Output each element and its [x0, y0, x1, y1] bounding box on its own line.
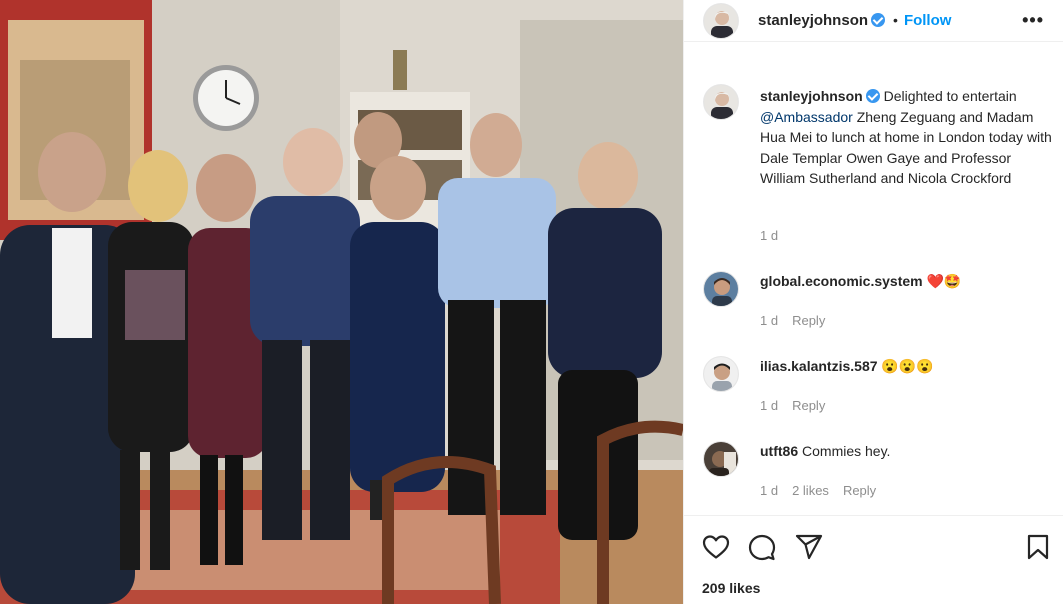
comment-item: ilias.kalantzis.587 😮😮😮 1 d Reply	[684, 356, 1063, 416]
comment-username[interactable]: utft86	[760, 443, 798, 459]
comment-item: global.economic.system ❤️🤩 1 d Reply	[684, 271, 1063, 331]
comment-timestamp: 1 d	[760, 313, 779, 328]
author-avatar[interactable]	[703, 3, 739, 39]
share-icon[interactable]	[795, 534, 823, 560]
comment-text: global.economic.system ❤️🤩	[760, 273, 961, 290]
comment-text: ilias.kalantzis.587 😮😮😮	[760, 358, 934, 375]
caption-mention[interactable]: @Ambassador	[760, 109, 853, 125]
bookmark-icon[interactable]	[1026, 534, 1050, 560]
comment-meta: 1 d 2 likes Reply	[760, 483, 890, 498]
caption-timestamp: 1 d	[760, 228, 779, 243]
comment-item: utft86 Commies hey. 1 d 2 likes Reply	[684, 441, 1063, 501]
comment-likes[interactable]: 2 likes	[792, 483, 829, 498]
comment-body: ❤️🤩	[922, 273, 962, 289]
comment-timestamp: 1 d	[760, 483, 779, 498]
post-header: stanleyjohnson • Follow •••	[684, 0, 1063, 42]
commenter-avatar[interactable]	[703, 441, 739, 477]
author-username[interactable]: stanleyjohnson	[758, 12, 868, 29]
post-actions: 209 likes	[684, 515, 1063, 604]
comment-username[interactable]: ilias.kalantzis.587	[760, 358, 878, 374]
caption-body-start: Delighted to entertain	[879, 88, 1017, 104]
more-options-icon[interactable]: •••	[1022, 10, 1044, 31]
post-photo[interactable]	[0, 0, 683, 604]
commenter-avatar[interactable]	[703, 271, 739, 307]
caption-text: stanleyjohnson Delighted to entertain @A…	[760, 86, 1052, 189]
heart-icon[interactable]	[702, 534, 730, 560]
verified-badge-icon	[871, 13, 886, 27]
commenter-avatar[interactable]	[703, 356, 739, 392]
comment-timestamp: 1 d	[760, 398, 779, 413]
caption-meta: 1 d	[760, 228, 792, 243]
reply-button[interactable]: Reply	[792, 398, 825, 413]
reply-button[interactable]: Reply	[843, 483, 876, 498]
reply-button[interactable]: Reply	[792, 313, 825, 328]
group-photo-image	[0, 0, 683, 604]
follow-button[interactable]: Follow	[904, 12, 952, 29]
comment-body: Commies hey.	[798, 443, 891, 459]
caption-username[interactable]: stanleyjohnson	[760, 88, 863, 104]
likes-count[interactable]: 209 likes	[702, 580, 760, 596]
comment-username[interactable]: global.economic.system	[760, 273, 923, 289]
post-side-panel: stanleyjohnson • Follow ••• stanleyjohnson…	[683, 0, 1063, 604]
comment-meta: 1 d Reply	[760, 398, 839, 413]
comment-meta: 1 d Reply	[760, 313, 839, 328]
comment-icon[interactable]	[748, 534, 776, 561]
caption-avatar[interactable]	[703, 84, 739, 120]
comment-text: utft86 Commies hey.	[760, 443, 890, 459]
separator-dot: •	[893, 12, 898, 28]
verified-badge-icon	[865, 89, 880, 103]
comment-body: 😮😮😮	[877, 358, 934, 374]
